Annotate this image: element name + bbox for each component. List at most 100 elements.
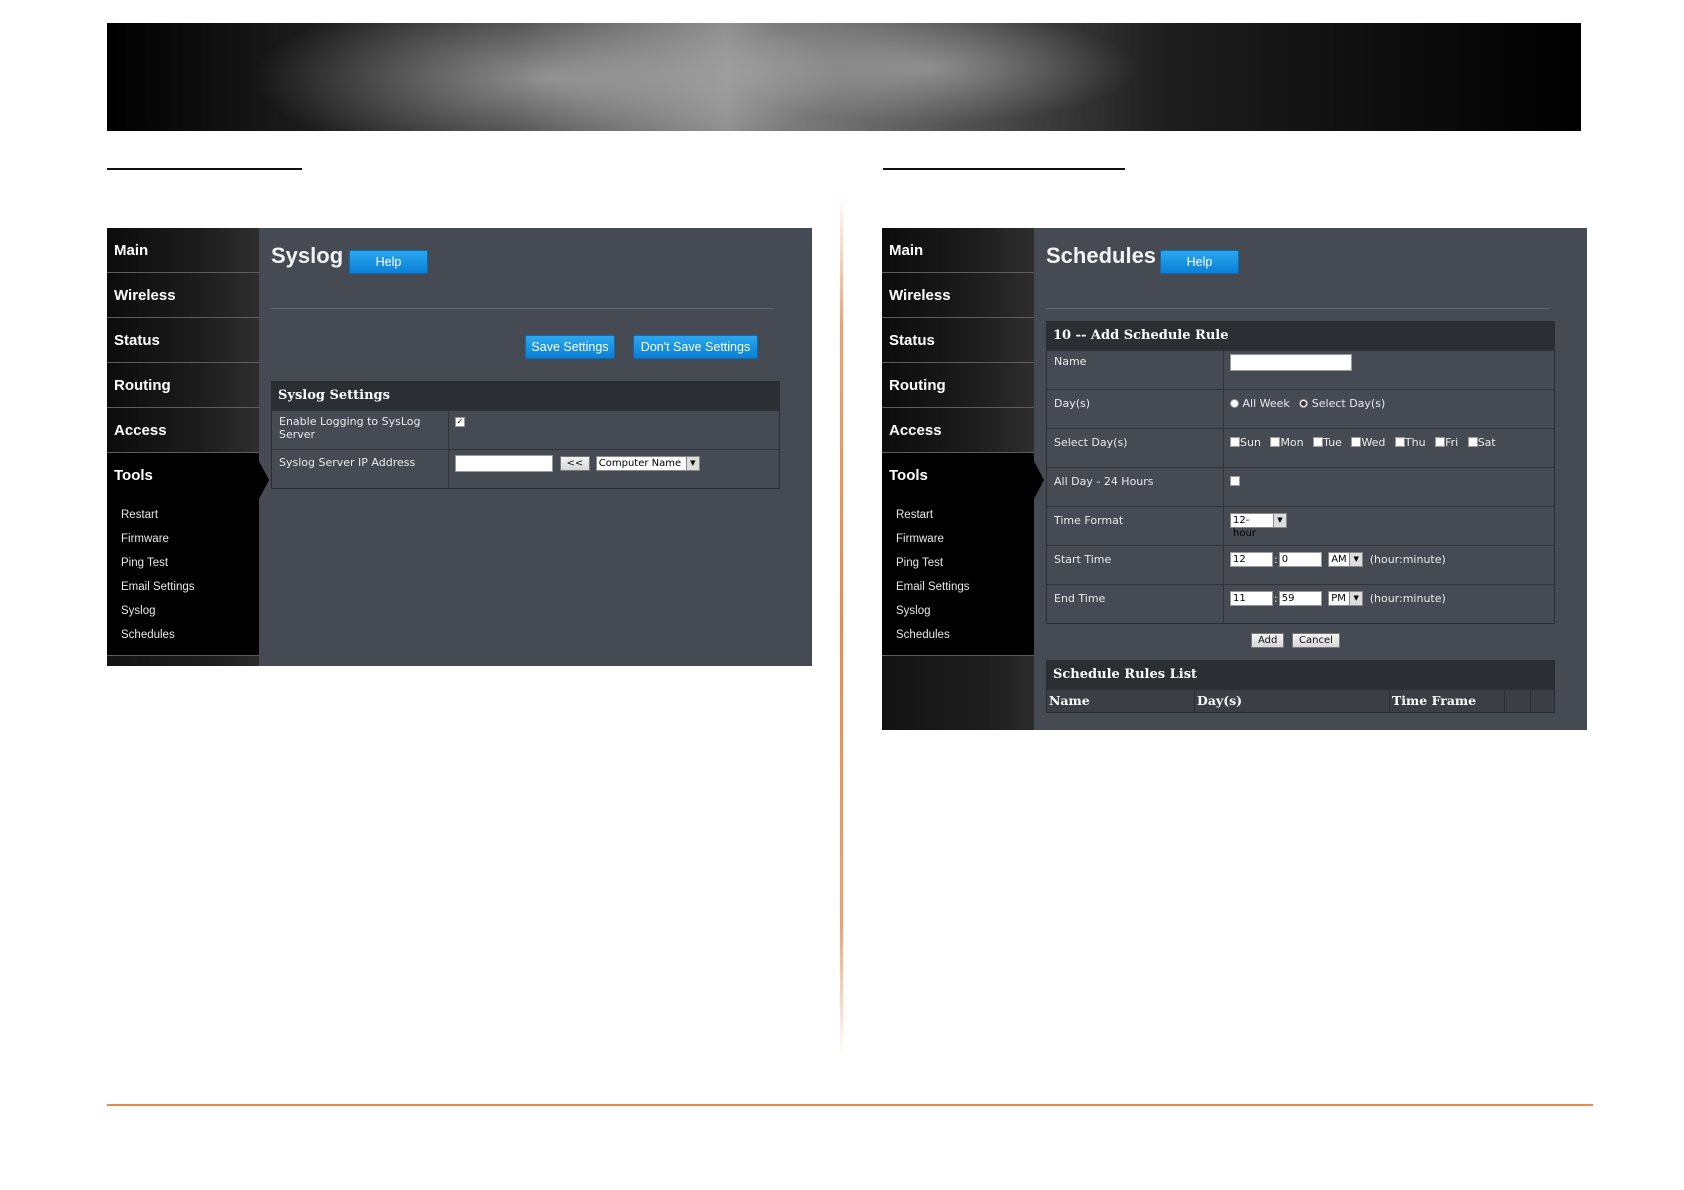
end-ampm-select[interactable]: PM ▼ <box>1328 591 1364 606</box>
submenu-item-syslog[interactable]: Syslog <box>121 599 259 623</box>
section-heading-rule-right <box>883 168 1125 170</box>
end-time-row: End Time 11:59 PM ▼ (hour:minute) <box>1047 584 1554 623</box>
server-ip-label: Syslog Server IP Address <box>272 450 449 488</box>
end-time-separator: : <box>1274 592 1278 605</box>
sidebar-item-routing[interactable]: Routing <box>882 363 1034 408</box>
chevron-down-icon: ▼ <box>1349 592 1363 605</box>
title-divider <box>1046 308 1549 309</box>
title-divider <box>271 308 774 309</box>
sidebar-item-wireless[interactable]: Wireless <box>882 273 1034 318</box>
save-settings-button[interactable]: Save Settings <box>525 335 615 359</box>
day-checkbox-mon[interactable] <box>1270 437 1281 447</box>
copy-computer-button[interactable]: << <box>559 456 591 471</box>
start-ampm-select[interactable]: AM ▼ <box>1328 552 1364 567</box>
name-input[interactable] <box>1230 354 1352 371</box>
day-checkbox-wed[interactable] <box>1351 437 1362 447</box>
end-minute-input[interactable]: 59 <box>1278 591 1322 606</box>
all-week-label: All Week <box>1242 396 1290 410</box>
sidebar-item-routing[interactable]: Routing <box>107 363 259 408</box>
time-format-label: Time Format <box>1047 507 1224 545</box>
sidebar-item-tools[interactable]: Tools <box>107 453 269 499</box>
dont-save-settings-button[interactable]: Don't Save Settings <box>633 335 758 359</box>
name-label: Name <box>1047 351 1224 389</box>
submenu-item-ping-test[interactable]: Ping Test <box>896 551 1034 575</box>
computer-name-select[interactable]: Computer Name ▼ <box>595 456 700 471</box>
time-format-select[interactable]: 12-hour ▼ <box>1230 513 1287 539</box>
submenu-item-email-settings[interactable]: Email Settings <box>121 575 259 599</box>
submenu-item-email-settings[interactable]: Email Settings <box>896 575 1034 599</box>
sidebar-item-status[interactable]: Status <box>107 318 259 363</box>
sidebar-item-access[interactable]: Access <box>107 408 259 453</box>
day-checkbox-sat[interactable] <box>1467 437 1478 447</box>
submenu-item-restart[interactable]: Restart <box>896 503 1034 527</box>
submenu-item-firmware[interactable]: Firmware <box>121 527 259 551</box>
sidebar-item-tools[interactable]: Tools <box>882 453 1044 499</box>
end-time-hint: (hour:minute) <box>1369 592 1446 605</box>
server-ip-row: Syslog Server IP Address << Computer Nam… <box>272 449 779 488</box>
sidebar-nav: Main Wireless Status Routing Access Tool… <box>107 228 269 666</box>
page-title: Syslog <box>271 243 344 268</box>
day-checkbox-thu[interactable] <box>1394 437 1405 447</box>
sidebar-item-main[interactable]: Main <box>882 228 1034 273</box>
chevron-down-icon: ▼ <box>1273 514 1286 527</box>
day-checkbox-fri[interactable] <box>1435 437 1446 447</box>
start-time-row: Start Time 12:0 AM ▼ (hour:minute) <box>1047 545 1554 584</box>
add-schedule-rule-panel: 10 -- Add Schedule Rule Name Day(s) All … <box>1046 321 1555 624</box>
sidebar-item-access[interactable]: Access <box>882 408 1034 453</box>
syslog-screenshot: Main Wireless Status Routing Access Tool… <box>107 228 812 666</box>
panel-title: 10 -- Add Schedule Rule <box>1047 322 1554 350</box>
end-hour-input[interactable]: 11 <box>1230 591 1273 606</box>
sidebar-item-status[interactable]: Status <box>882 318 1034 363</box>
enable-logging-row: Enable Logging to SysLog Server ✓ <box>272 410 779 449</box>
day-label-tue: Tue <box>1323 435 1342 449</box>
name-row: Name <box>1047 350 1554 389</box>
schedule-rules-list-panel: Schedule Rules List Name Day(s) Time Fra… <box>1046 660 1555 713</box>
day-checkbox-tue[interactable] <box>1313 437 1324 447</box>
sidebar-item-wireless[interactable]: Wireless <box>107 273 259 318</box>
day-label-sat: Sat <box>1477 435 1496 449</box>
end-ampm-value: PM <box>1331 593 1346 604</box>
list-header-row: Name Day(s) Time Frame <box>1047 689 1554 712</box>
days-label: Day(s) <box>1047 390 1224 428</box>
start-minute-input[interactable]: 0 <box>1278 552 1322 567</box>
panel-title: Syslog Settings <box>272 382 779 410</box>
section-heading-rule-left <box>107 168 302 170</box>
day-label-thu: Thu <box>1404 435 1426 449</box>
list-title: Schedule Rules List <box>1047 661 1554 689</box>
all-day-label: All Day - 24 Hours <box>1047 468 1224 506</box>
select-days-label: Select Day(s) <box>1047 429 1224 467</box>
enable-logging-checkbox[interactable]: ✓ <box>455 417 465 427</box>
day-checkbox-sun[interactable] <box>1230 437 1240 447</box>
start-time-hint: (hour:minute) <box>1369 553 1446 566</box>
cancel-button[interactable]: Cancel <box>1292 633 1340 648</box>
all-week-radio[interactable] <box>1230 398 1239 408</box>
server-ip-input[interactable] <box>455 455 553 472</box>
all-day-row: All Day - 24 Hours <box>1047 467 1554 506</box>
select-days-radio[interactable] <box>1299 398 1309 408</box>
column-header-delete <box>1531 690 1554 712</box>
start-hour-input[interactable]: 12 <box>1230 552 1273 567</box>
sidebar-nav: Main Wireless Status Routing Access Tool… <box>882 228 1044 730</box>
day-label-sun: Sun <box>1240 435 1261 449</box>
help-button[interactable]: Help <box>349 250 428 274</box>
day-label-fri: Fri <box>1445 435 1459 449</box>
page-title: Schedules <box>1046 243 1157 268</box>
footer-rule <box>107 1104 1593 1106</box>
submenu-item-restart[interactable]: Restart <box>121 503 259 527</box>
tools-submenu: Restart Firmware Ping Test Email Setting… <box>107 499 259 656</box>
submenu-item-syslog[interactable]: Syslog <box>896 599 1034 623</box>
submenu-item-firmware[interactable]: Firmware <box>896 527 1034 551</box>
column-header-name: Name <box>1047 690 1195 712</box>
help-button[interactable]: Help <box>1160 250 1239 274</box>
all-day-checkbox[interactable] <box>1230 476 1240 486</box>
submenu-item-schedules[interactable]: Schedules <box>896 623 1034 647</box>
add-button[interactable]: Add <box>1251 633 1285 648</box>
submenu-item-schedules[interactable]: Schedules <box>121 623 259 647</box>
submenu-item-ping-test[interactable]: Ping Test <box>121 551 259 575</box>
sidebar-item-main[interactable]: Main <box>107 228 259 273</box>
column-header-days: Day(s) <box>1195 690 1390 712</box>
column-header-edit <box>1505 690 1531 712</box>
chevron-down-icon: ▼ <box>1349 553 1363 566</box>
time-format-row: Time Format 12-hour ▼ <box>1047 506 1554 545</box>
enable-logging-label: Enable Logging to SysLog Server <box>272 411 449 449</box>
